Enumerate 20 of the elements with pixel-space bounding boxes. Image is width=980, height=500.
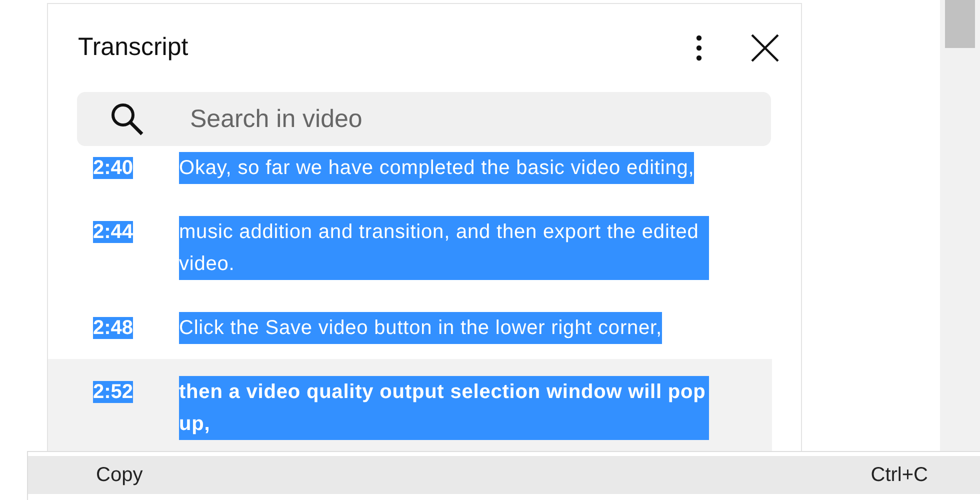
more-options-icon[interactable]: [695, 34, 703, 62]
timestamp[interactable]: 2:48: [93, 317, 134, 339]
search-icon: [109, 101, 145, 137]
search-field[interactable]: Search in video: [77, 92, 771, 146]
transcript-text: Click the Save video button in the lower right corner,: [179, 312, 662, 344]
transcript-row[interactable]: 2:44 music addition and transition, and then export the edited video.: [48, 199, 772, 295]
timestamp[interactable]: 2:40: [93, 157, 134, 179]
transcript-text: then a video quality output selection window will pop up,: [179, 376, 709, 440]
transcript-text: music addition and transition, and then export the edited video.: [179, 216, 709, 280]
timestamp[interactable]: 2:44: [93, 221, 134, 243]
menu-item[interactable]: Copy Ctrl+C: [28, 456, 980, 494]
menu-label: Copy: [96, 463, 143, 488]
transcript-row[interactable]: 2:40 Okay, so far we have completed the basic video editing,: [48, 152, 772, 199]
transcript-text: Okay, so far we have completed the basic video editing,: [179, 152, 694, 184]
timestamp[interactable]: 2:52: [93, 381, 134, 403]
close-icon[interactable]: [751, 34, 779, 62]
scrollbar-thumb[interactable]: [945, 0, 975, 48]
panel-title: Transcript: [78, 32, 190, 64]
shortcut-label: Ctrl+C: [870, 463, 928, 488]
transcript-row[interactable]: 2:48 Click the Save video button in the lower right corner,: [48, 295, 772, 359]
